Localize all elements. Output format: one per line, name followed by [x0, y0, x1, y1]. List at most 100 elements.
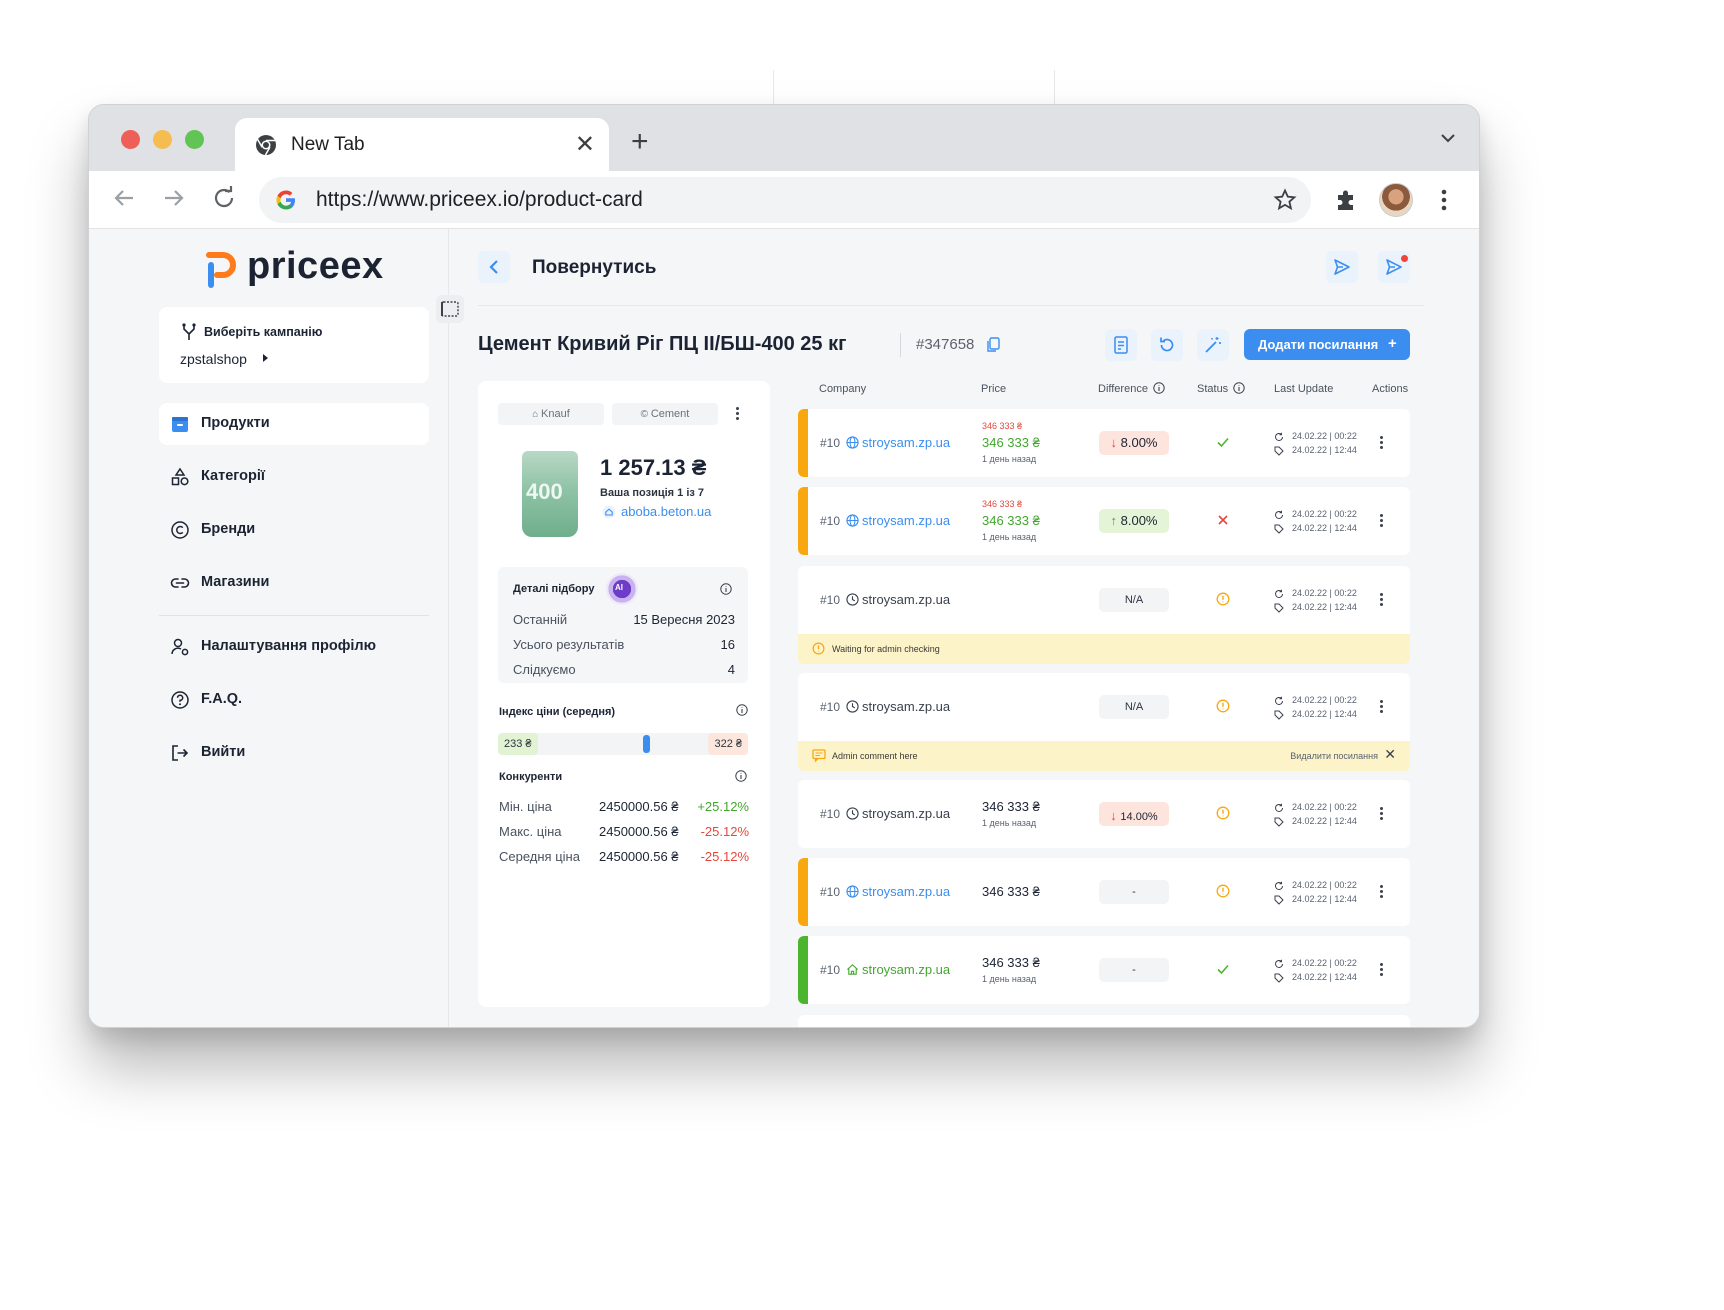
- row-site-link[interactable]: stroysam.zp.ua: [862, 435, 950, 450]
- more-vertical-icon[interactable]: [1439, 187, 1449, 213]
- chevron-down-icon[interactable]: [1439, 129, 1457, 147]
- row-difference: N/A: [1099, 588, 1169, 612]
- sidebar-item-categories[interactable]: Категорії: [159, 456, 429, 498]
- row-site-link[interactable]: stroysam.zp.ua: [862, 884, 950, 899]
- brand-chip[interactable]: ⌂ Knauf: [498, 403, 604, 425]
- sidebar-item-brands[interactable]: Бренди: [159, 509, 429, 551]
- row-actions-icon[interactable]: [1380, 700, 1383, 715]
- back-button[interactable]: [478, 251, 510, 283]
- row-updated: 24.02.22 | 00:22: [1292, 880, 1357, 890]
- refresh-small-icon: [1275, 510, 1283, 519]
- row-actions-icon[interactable]: [1380, 885, 1383, 900]
- row-actions-icon[interactable]: [1380, 514, 1383, 529]
- minimize-window-button[interactable]: [153, 130, 172, 149]
- row-price: 346 333 ₴: [982, 955, 1040, 970]
- report-button[interactable]: [1105, 329, 1137, 361]
- sidebar-item-shops[interactable]: Магазини: [159, 562, 429, 604]
- sidebar-item-profile-settings[interactable]: Налаштування профілю: [159, 626, 429, 668]
- info-icon[interactable]: [1233, 382, 1245, 394]
- star-icon[interactable]: [1273, 188, 1297, 212]
- shop-link[interactable]: aboba.beton.ua: [621, 504, 711, 519]
- refresh-small-icon: [1275, 589, 1283, 598]
- competitors-title: Конкуренти: [499, 771, 563, 783]
- info-icon[interactable]: [1153, 382, 1165, 394]
- shapes-icon: [171, 467, 189, 486]
- sidebar-item-label: Продукти: [201, 415, 270, 431]
- add-link-button[interactable]: Додати посилання +: [1244, 329, 1410, 360]
- chrome-icon: [256, 135, 276, 156]
- back-arrow-icon[interactable]: [111, 185, 137, 211]
- table-row[interactable]: #10 stroysam.zp.ua 346 333 ₴ - 24.02.22 …: [798, 858, 1410, 926]
- competitor-delta: +25.12%: [697, 799, 749, 814]
- tag-icon: [1274, 446, 1284, 456]
- sidebar-item-products[interactable]: Продукти: [159, 403, 429, 445]
- campaign-selector[interactable]: Виберіть кампанію zpstalshop: [159, 307, 429, 383]
- close-tab-icon[interactable]: ✕: [575, 130, 595, 159]
- table-row[interactable]: #10 stroysam.zp.ua N/A 24.02.22 | 00:22 …: [798, 566, 1410, 634]
- row-updated: 24.02.22 | 00:22: [1292, 509, 1357, 519]
- row-site-link[interactable]: stroysam.zp.ua: [862, 699, 950, 714]
- column-header-last-update: Last Update: [1274, 383, 1334, 395]
- clock-icon: [846, 700, 859, 713]
- sidebar-item-faq[interactable]: F.A.Q.: [159, 679, 429, 721]
- price-index-max: 322 ₴: [708, 733, 748, 755]
- category-chip[interactable]: © Cement: [612, 403, 718, 425]
- sidebar-item-label: F.A.Q.: [201, 691, 243, 707]
- row-actions-icon[interactable]: [1380, 807, 1383, 822]
- details-row: Слідкуємо 4: [513, 662, 735, 677]
- send-button[interactable]: [1326, 251, 1358, 283]
- table-row[interactable]: #10 stroysam.zp.ua 346 333 ₴ 1 день наза…: [798, 936, 1410, 1004]
- details-label: Останній: [513, 612, 568, 627]
- sidebar-item-logout[interactable]: Вийти: [159, 732, 429, 774]
- magic-button[interactable]: [1197, 329, 1229, 361]
- tag-icon: [1274, 895, 1284, 905]
- info-icon[interactable]: [735, 770, 747, 782]
- sidebar-item-label: Бренди: [201, 521, 256, 537]
- address-bar[interactable]: https://www.priceex.io/product-card: [259, 177, 1311, 223]
- copy-icon[interactable]: [986, 337, 1000, 353]
- extensions-icon[interactable]: [1333, 187, 1359, 213]
- notifications-button[interactable]: [1378, 251, 1410, 283]
- info-icon[interactable]: [736, 704, 748, 716]
- row-site-link[interactable]: stroysam.zp.ua: [862, 513, 950, 528]
- profile-avatar[interactable]: [1379, 183, 1413, 217]
- table-row[interactable]: #10 stroysam.zp.ua 346 333 ₴ 1 день наза…: [798, 780, 1410, 848]
- google-icon: [276, 190, 295, 210]
- row-rank: #10: [820, 514, 841, 528]
- tab-title: New Tab: [291, 134, 365, 155]
- new-tab-button[interactable]: +: [631, 127, 649, 157]
- close-window-button[interactable]: [121, 130, 140, 149]
- sidebar-item-label: Вийти: [201, 744, 246, 760]
- close-icon[interactable]: ✕: [1384, 746, 1396, 763]
- row-updated: 24.02.22 | 00:22: [1292, 588, 1357, 598]
- row-actions-icon[interactable]: [1380, 963, 1383, 978]
- forward-arrow-icon[interactable]: [161, 185, 187, 211]
- brand-icon: ⌂: [532, 409, 542, 420]
- chip-label: Cement: [650, 408, 690, 420]
- row-site-link[interactable]: stroysam.zp.ua: [862, 962, 950, 977]
- table-row[interactable]: #10 stroysam.zp.ua 346 333 ₴ 346 333 ₴ 1…: [798, 487, 1410, 555]
- row-price: 346 333 ₴: [982, 884, 1040, 899]
- info-icon[interactable]: [720, 583, 732, 595]
- warning-icon: [1216, 592, 1230, 606]
- tag-icon: [1274, 973, 1284, 983]
- maximize-window-button[interactable]: [185, 130, 204, 149]
- delete-link-button[interactable]: Видалити посилання: [1290, 751, 1378, 761]
- table-row[interactable]: #10 stroysam.zp.ua N/A 24.02.22 | 00:22 …: [798, 673, 1410, 741]
- table-row[interactable]: [798, 1015, 1410, 1027]
- comment-banner: Admin comment here Видалити посилання ✕: [798, 741, 1410, 771]
- column-header-company: Company: [819, 383, 867, 395]
- table-row[interactable]: #10 stroysam.zp.ua 346 333 ₴ 346 333 ₴ 1…: [798, 409, 1410, 477]
- row-site-link[interactable]: stroysam.zp.ua: [862, 592, 950, 607]
- row-actions-icon[interactable]: [1380, 593, 1383, 608]
- refresh-button[interactable]: [1151, 329, 1183, 361]
- card-menu-icon[interactable]: [736, 407, 739, 422]
- reload-icon[interactable]: [211, 185, 237, 211]
- column-header-status: Status: [1197, 383, 1229, 395]
- competitor-delta: -25.12%: [700, 824, 749, 839]
- row-updated: 24.02.22 | 00:22: [1292, 431, 1357, 441]
- row-actions-icon[interactable]: [1380, 436, 1383, 451]
- ai-badge: AI: [606, 573, 638, 605]
- browser-tab[interactable]: New Tab ✕: [235, 118, 609, 172]
- row-site-link[interactable]: stroysam.zp.ua: [862, 806, 950, 821]
